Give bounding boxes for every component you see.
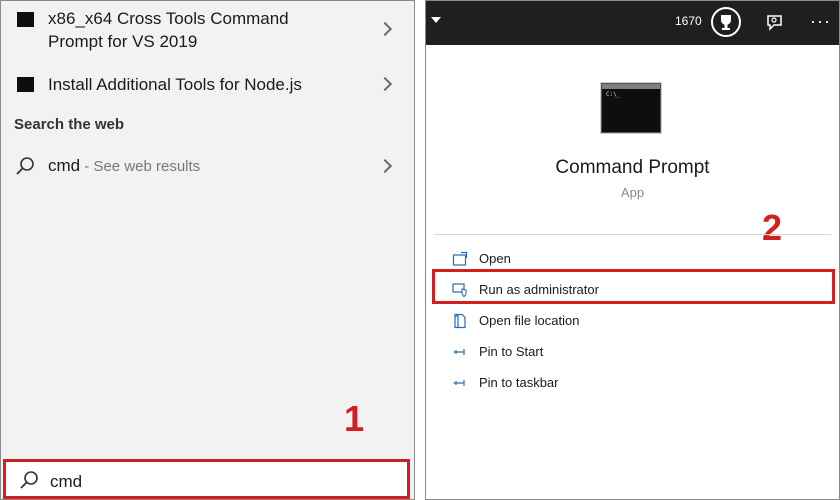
terminal-app-icon — [17, 12, 34, 27]
chevron-right-icon[interactable] — [377, 76, 393, 92]
search-input[interactable]: cmd — [3, 459, 410, 499]
action-label: Open — [479, 251, 511, 266]
action-open-file-location[interactable]: Open file location — [426, 309, 839, 333]
web-query: cmd — [48, 156, 81, 175]
open-icon — [452, 251, 468, 266]
divider — [434, 234, 831, 235]
step-marker-2: 2 — [762, 207, 783, 248]
file-location-icon — [454, 313, 466, 329]
section-heading: Search the web — [14, 116, 125, 133]
chevron-right-icon[interactable] — [377, 158, 393, 174]
trophy-icon[interactable] — [711, 7, 741, 37]
result-title-line1: x86_x64 Cross Tools Command — [48, 9, 289, 28]
result-title-line2: Prompt for VS 2019 — [48, 32, 198, 51]
app-details-panel: 1670 ··· C:\_ Command Prompt App 2 Open … — [425, 0, 840, 500]
feedback-icon[interactable] — [764, 11, 786, 33]
search-icon — [20, 471, 38, 489]
list-item[interactable]: Install Additional Tools for Node.js — [1, 71, 414, 99]
rewards-points: 1670 — [675, 14, 702, 28]
command-prompt-icon: C:\_ — [601, 83, 661, 133]
action-open[interactable]: Open — [426, 247, 839, 271]
top-bar: 1670 ··· — [426, 1, 839, 45]
action-label: Open file location — [479, 313, 580, 328]
pin-icon — [453, 349, 465, 355]
app-name: Command Prompt — [555, 157, 710, 178]
dropdown-caret-icon[interactable] — [431, 17, 441, 23]
web-search-result[interactable]: cmd - See web results — [1, 151, 414, 181]
screenshot-stage: x86_x64 Cross Tools Command Prompt for V… — [0, 0, 840, 500]
highlight-box — [432, 269, 835, 304]
chevron-right-icon[interactable] — [377, 21, 393, 37]
pin-icon — [453, 380, 465, 386]
web-suffix: - See web results — [80, 158, 201, 175]
action-pin-to-start[interactable]: Pin to Start — [426, 340, 839, 364]
step-marker-1: 1 — [344, 398, 365, 439]
search-icon — [16, 157, 34, 175]
list-item[interactable]: x86_x64 Cross Tools Command Prompt for V… — [1, 5, 414, 55]
action-label: Pin to Start — [479, 344, 544, 359]
action-pin-to-taskbar[interactable]: Pin to taskbar — [426, 371, 839, 395]
result-title: Install Additional Tools for Node.js — [48, 75, 302, 94]
app-type: App — [620, 185, 645, 200]
search-input-value: cmd — [50, 472, 83, 491]
terminal-app-icon — [17, 77, 34, 92]
search-results-panel: x86_x64 Cross Tools Command Prompt for V… — [0, 0, 415, 500]
more-options-icon[interactable]: ··· — [810, 11, 831, 32]
action-label: Pin to taskbar — [479, 375, 559, 390]
